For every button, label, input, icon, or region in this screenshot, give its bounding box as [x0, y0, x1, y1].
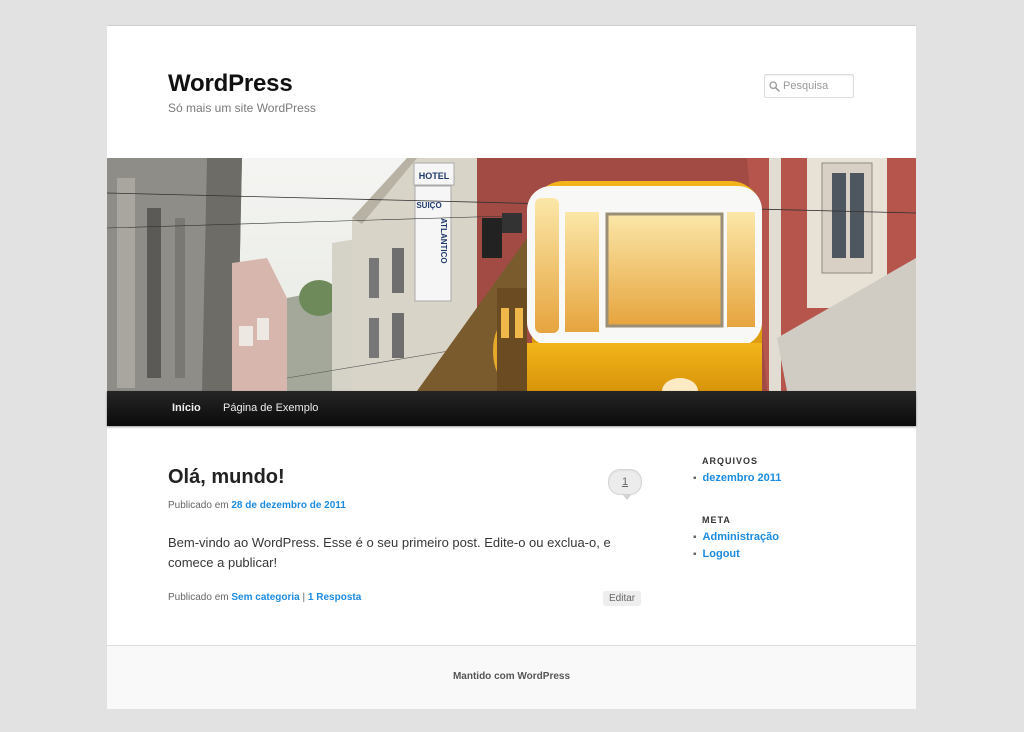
post-title[interactable]: Olá, mundo!	[168, 466, 285, 489]
list-item: Logout	[693, 546, 779, 563]
list-item: Administração	[693, 529, 779, 546]
site-title[interactable]: WordPress	[168, 70, 293, 98]
footer-credit-link[interactable]: Mantido com WordPress	[107, 671, 916, 682]
site-description: Só mais um site WordPress	[168, 101, 316, 115]
comments-bubble[interactable]: 1	[608, 469, 642, 500]
category-link[interactable]: Sem categoria	[231, 592, 299, 603]
hotel-sign-line3: ATLANTICO	[439, 218, 448, 264]
category-prefix: Publicado em	[168, 592, 229, 603]
archives-list: dezembro 2011	[693, 470, 782, 487]
hotel-sign-line2: SUIÇO	[416, 201, 441, 210]
hotel-sign-title: HOTEL	[419, 171, 450, 181]
edit-post-button[interactable]: Editar	[603, 591, 642, 606]
replies-link[interactable]: 1 Resposta	[308, 592, 361, 603]
meta-separator: |	[302, 592, 306, 603]
menu-item-inicio[interactable]: Início	[172, 391, 201, 425]
published-prefix: Publicado em	[168, 500, 229, 511]
site-footer: Mantido com WordPress	[107, 645, 916, 709]
post-date-link[interactable]: 28 de dezembro de 2011	[231, 500, 346, 511]
meta-widget-title: META	[702, 515, 731, 525]
header-image: HOTEL SUIÇO ATLANTICO	[107, 158, 916, 391]
menu-item-pagina-de-exemplo[interactable]: Página de Exemplo	[223, 391, 318, 425]
search-input[interactable]	[783, 80, 849, 92]
archive-link-dezembro-2011[interactable]: dezembro 2011	[703, 472, 782, 484]
admin-link[interactable]: Administração	[703, 531, 779, 543]
post-meta-category: Publicado em Sem categoria | 1 Resposta	[168, 592, 361, 603]
search-icon	[765, 80, 783, 92]
search-box[interactable]	[764, 74, 854, 98]
post-meta-date: Publicado em 28 de dezembro de 2011	[168, 500, 346, 511]
list-item: dezembro 2011	[693, 470, 782, 487]
logout-link[interactable]: Logout	[703, 548, 740, 560]
meta-list: Administração Logout	[693, 529, 779, 563]
main-menu: Início Página de Exemplo	[107, 391, 916, 426]
page-container: WordPress Só mais um site WordPress Pesq…	[107, 25, 916, 709]
archives-widget-title: ARQUIVOS	[702, 456, 759, 466]
post-content: Bem-vindo ao WordPress. Esse é o seu pri…	[168, 535, 611, 570]
